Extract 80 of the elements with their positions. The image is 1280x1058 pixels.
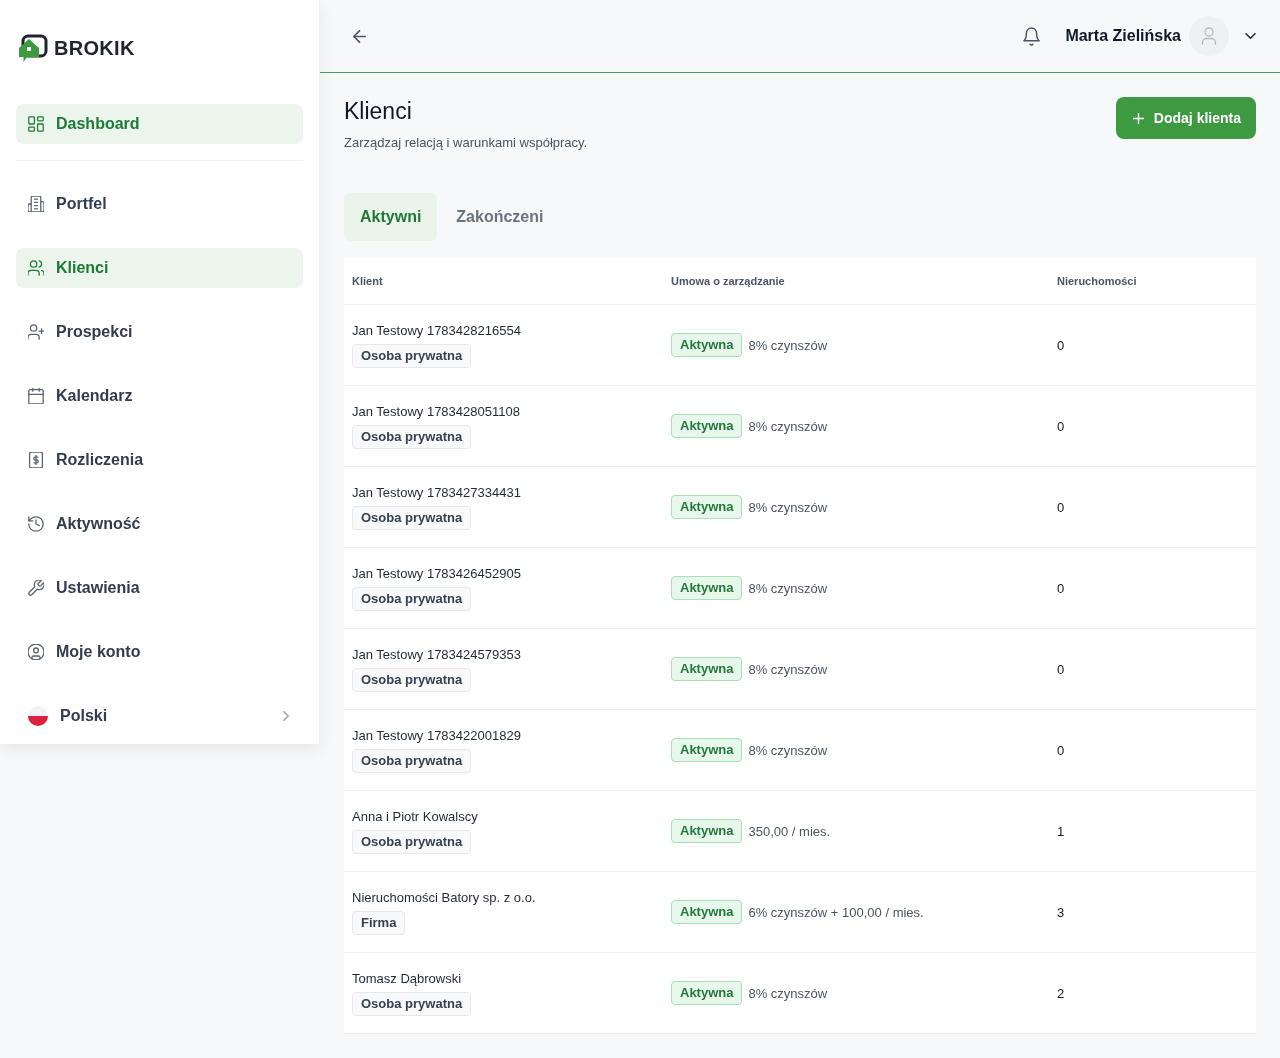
client-name: Jan Testowy 1783426452905 (352, 565, 521, 583)
add-client-button[interactable]: Dodaj klienta (1115, 97, 1256, 139)
status-badge: Aktywna (671, 414, 743, 438)
client-name: Tomasz Dąbrowski (352, 970, 462, 988)
column-header: Umowa o zarządzanie (671, 274, 785, 287)
user-plus-icon (28, 324, 44, 340)
contract-terms: 8% czynszów (748, 661, 828, 677)
column-header: Nieruchomości (1057, 274, 1137, 287)
status-badge: Aktywna (671, 981, 743, 1005)
client-name: Jan Testowy 1783428051108 (352, 403, 520, 421)
status-badge: Aktywna (671, 738, 743, 762)
property-count: 0 (1057, 337, 1065, 353)
client-type-tag: Osoba prywatna (352, 344, 472, 368)
client-name: Jan Testowy 1783428216554 (352, 322, 521, 340)
contract-terms: 8% czynszów (748, 499, 828, 515)
chevron-down-icon (1245, 33, 1256, 39)
property-count: 0 (1057, 499, 1065, 515)
nav-item[interactable]: Portfel (16, 184, 303, 224)
tab[interactable]: Aktywni (344, 193, 438, 241)
client-type-tag: Osoba prywatna (352, 992, 472, 1016)
contract-terms: 8% czynszów (748, 985, 828, 1001)
logo-icon (18, 33, 48, 63)
page-subtitle: Zarządzaj relacją i warunkami współpracy. (344, 134, 588, 152)
grid-icon (28, 116, 44, 132)
contract-terms: 8% czynszów (748, 742, 828, 758)
contract-terms: 8% czynszów (748, 580, 828, 596)
property-count: 0 (1057, 661, 1065, 677)
client-type-tag: Osoba prywatna (352, 506, 472, 530)
property-count: 1 (1057, 823, 1065, 839)
flag-icon (28, 706, 48, 726)
users-icon (28, 260, 44, 276)
contract-terms: 8% czynszów (748, 337, 828, 353)
status-badge: Aktywna (671, 657, 743, 681)
page-title: Klienci (344, 97, 413, 126)
nav-item[interactable]: Klienci (16, 248, 303, 288)
status-badge: Aktywna (671, 333, 743, 357)
client-type-tag: Osoba prywatna (352, 587, 472, 611)
status-badge: Aktywna (671, 495, 743, 519)
tab[interactable]: Zakończeni (440, 193, 560, 241)
brand-name: BROKIK (54, 36, 135, 60)
contract-terms: 8% czynszów (748, 418, 828, 434)
nav-item[interactable]: Ustawienia (16, 568, 303, 608)
property-count: 2 (1057, 985, 1065, 1001)
plus-icon (1132, 112, 1144, 124)
contract-terms: 350,00 / mies. (748, 823, 831, 839)
language-selector[interactable]: Polski (16, 696, 303, 736)
nav-item[interactable]: Kalendarz (16, 376, 303, 416)
avatar-icon (1189, 16, 1229, 56)
contract-terms: 6% czynszów + 100,00 / mies. (748, 904, 924, 920)
status-badge: Aktywna (671, 819, 743, 843)
client-type-tag: Osoba prywatna (352, 668, 472, 692)
nav-item[interactable]: Moje konto (16, 632, 303, 672)
column-header: Klient (352, 274, 383, 287)
building-icon (28, 196, 44, 212)
client-name: Anna i Piotr Kowalscy (352, 808, 478, 826)
nav-item[interactable]: Prospekci (16, 312, 303, 352)
client-name: Jan Testowy 1783427334431 (352, 484, 521, 502)
calendar-icon (28, 388, 44, 404)
receipt-icon (28, 452, 44, 468)
client-type-tag: Osoba prywatna (352, 425, 472, 449)
user-menu-button[interactable]: Marta Zielińska (1065, 16, 1256, 56)
nav-item[interactable]: Dashboard (16, 104, 303, 144)
status-badge: Aktywna (671, 576, 743, 600)
client-type-tag: Firma (352, 911, 406, 935)
client-type-tag: Osoba prywatna (352, 749, 472, 773)
status-badge: Aktywna (671, 900, 743, 924)
wrench-icon (28, 580, 44, 596)
property-count: 0 (1057, 418, 1065, 434)
history-icon (28, 516, 44, 532)
client-type-tag: Osoba prywatna (352, 830, 472, 854)
property-count: 0 (1057, 580, 1065, 596)
client-name: Jan Testowy 1783424579353 (352, 646, 521, 664)
chevron-right-icon (283, 711, 289, 721)
nav-item[interactable]: Rozliczenia (16, 440, 303, 480)
property-count: 0 (1057, 742, 1065, 758)
bell-icon[interactable] (1023, 26, 1041, 46)
client-name: Nieruchomości Batory sp. z o.o. (352, 889, 536, 907)
property-count: 3 (1057, 904, 1065, 920)
nav-item[interactable]: Aktywność (16, 504, 303, 544)
client-name: Jan Testowy 1783422001829 (352, 727, 521, 745)
